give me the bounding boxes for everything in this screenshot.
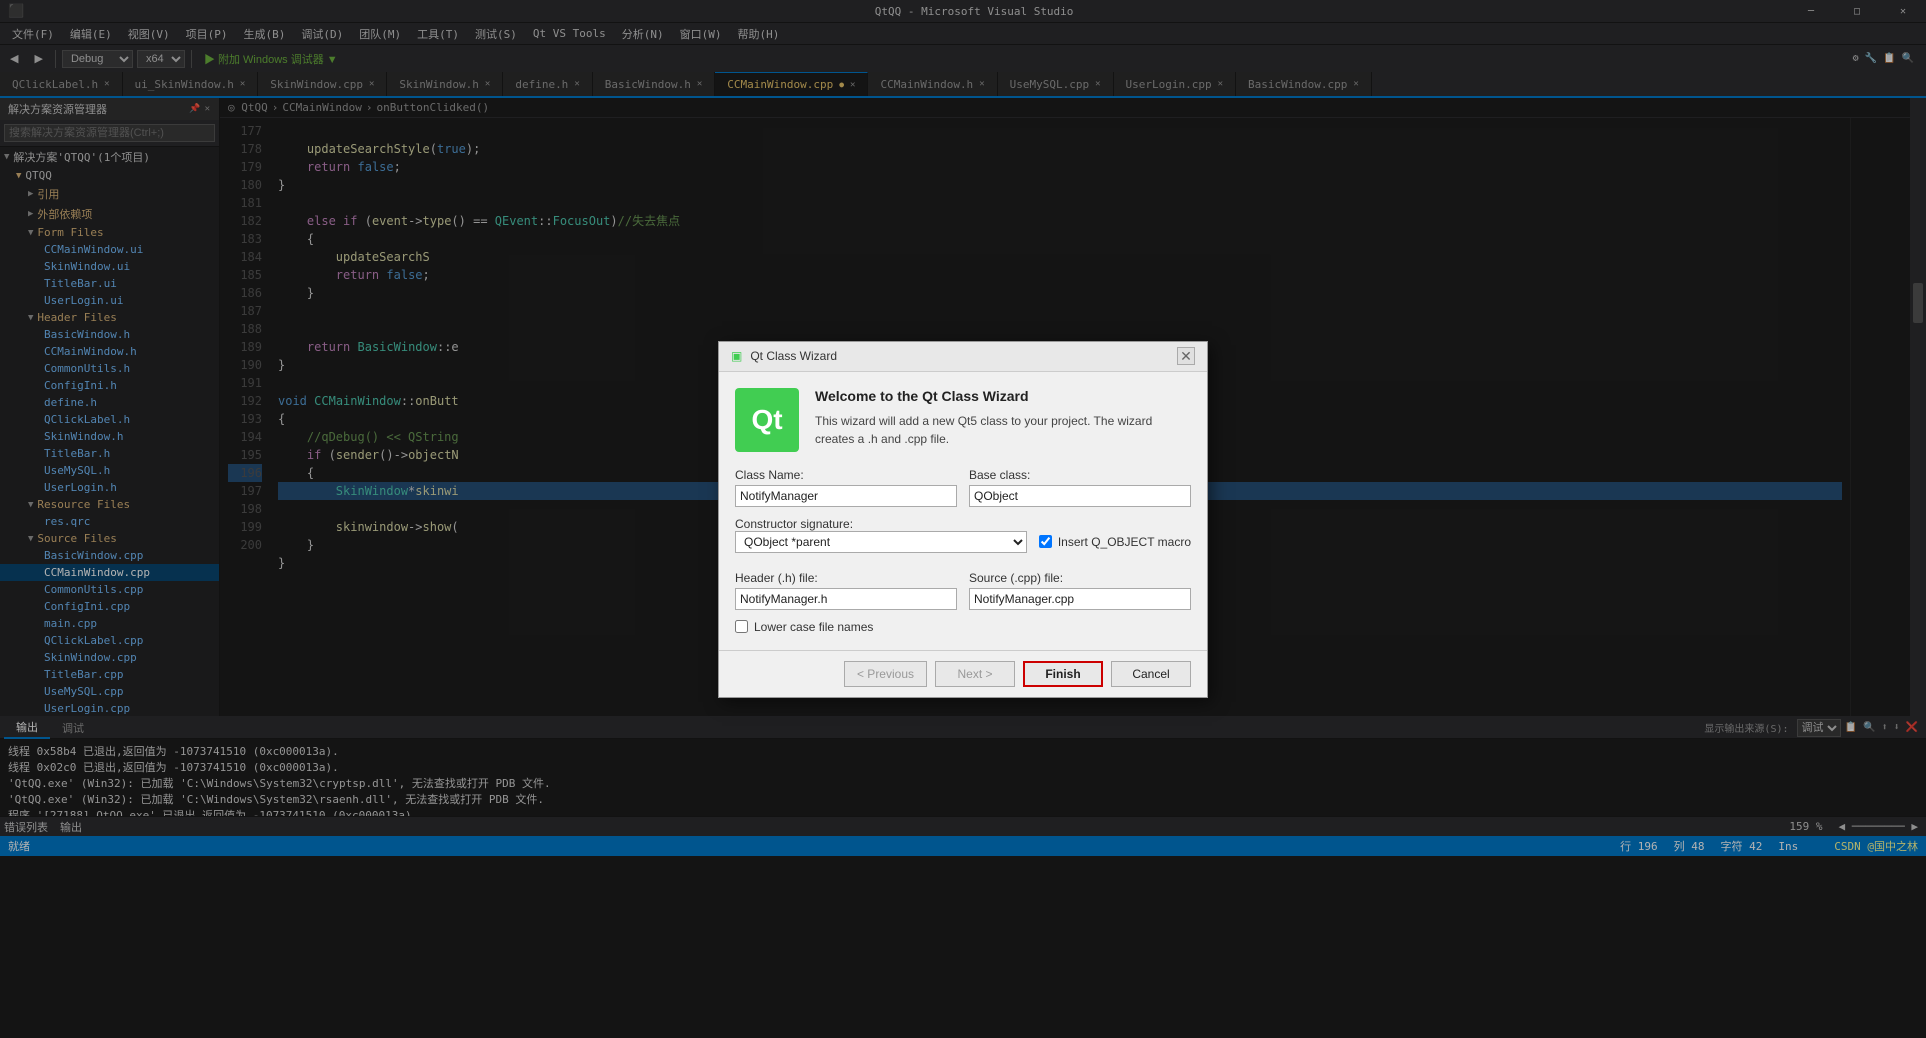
dialog-heading: Welcome to the Qt Class Wizard — [815, 388, 1191, 404]
form-group-source-file: Source (.cpp) file: — [969, 571, 1191, 610]
base-class-label: Base class: — [969, 468, 1191, 482]
base-class-input[interactable] — [969, 485, 1191, 507]
header-file-input[interactable] — [735, 588, 957, 610]
form-select-row: QObject *parent Insert Q_OBJECT macro — [735, 531, 1191, 553]
form-row-class: Class Name: Base class: — [735, 468, 1191, 507]
form-spacer — [735, 563, 1191, 571]
dialog-body: Qt Welcome to the Qt Class Wizard This w… — [719, 372, 1207, 650]
dialog-title-left: ▣ Qt Class Wizard — [731, 349, 837, 363]
qt-class-wizard-dialog: ▣ Qt Class Wizard ✕ Qt Welcome to the Qt… — [718, 341, 1208, 698]
finish-button[interactable]: Finish — [1023, 661, 1103, 687]
constructor-sig-select[interactable]: QObject *parent — [735, 531, 1027, 553]
constructor-sig-label: Constructor signature: — [735, 517, 853, 531]
source-file-input[interactable] — [969, 588, 1191, 610]
form-group-base-class: Base class: — [969, 468, 1191, 507]
dialog-close-button[interactable]: ✕ — [1177, 347, 1195, 365]
insert-macro-checkbox[interactable] — [1039, 535, 1052, 548]
lowercase-label[interactable]: Lower case file names — [735, 620, 1191, 634]
qt-logo: Qt — [735, 388, 799, 452]
form-row-constructor: Constructor signature: QObject *parent I… — [735, 517, 1191, 553]
source-file-label: Source (.cpp) file: — [969, 571, 1191, 585]
form-group-header-file: Header (.h) file: — [735, 571, 957, 610]
dialog-intro: Welcome to the Qt Class Wizard This wiza… — [815, 388, 1191, 452]
header-file-label: Header (.h) file: — [735, 571, 957, 585]
class-name-input[interactable] — [735, 485, 957, 507]
next-button[interactable]: Next > — [935, 661, 1015, 687]
dialog-description: This wizard will add a new Qt5 class to … — [815, 412, 1191, 448]
form-row-lowercase: Lower case file names — [735, 620, 1191, 634]
form-group-class-name: Class Name: — [735, 468, 957, 507]
cancel-button[interactable]: Cancel — [1111, 661, 1191, 687]
insert-macro-label[interactable]: Insert Q_OBJECT macro — [1039, 535, 1191, 549]
dialog-title-icon: ▣ — [731, 349, 742, 363]
qt-logo-text: Qt — [751, 404, 782, 436]
dialog-title-bar: ▣ Qt Class Wizard ✕ — [719, 342, 1207, 372]
dialog-header-section: Qt Welcome to the Qt Class Wizard This w… — [735, 388, 1191, 452]
dialog-overlay: ▣ Qt Class Wizard ✕ Qt Welcome to the Qt… — [0, 0, 1926, 1038]
class-name-label: Class Name: — [735, 468, 957, 482]
dialog-footer: < Previous Next > Finish Cancel — [719, 650, 1207, 697]
form-row-files: Header (.h) file: Source (.cpp) file: — [735, 571, 1191, 610]
dialog-title-text: Qt Class Wizard — [750, 349, 837, 363]
lowercase-checkbox[interactable] — [735, 620, 748, 633]
previous-button[interactable]: < Previous — [844, 661, 927, 687]
